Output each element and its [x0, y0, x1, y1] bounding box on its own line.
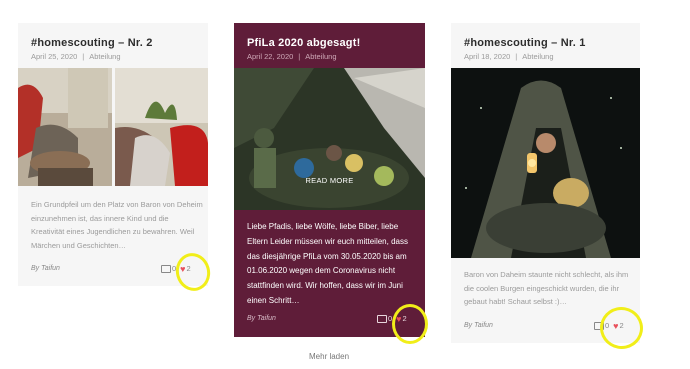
post-card-featured[interactable]: PfiLa 2020 abgesagt! April 22, 2020 | Abte…	[234, 23, 425, 337]
post-meta: April 18, 2020 | Abteilung	[464, 52, 554, 61]
by-label: By	[247, 315, 256, 322]
post-excerpt: Baron von Daheim staunte nicht schlecht,…	[464, 270, 629, 306]
post-card[interactable]: #homescouting – Nr. 1 April 18, 2020 | Abt…	[451, 23, 640, 343]
post-title[interactable]: #homescouting – Nr. 1	[464, 37, 586, 49]
post-image[interactable]	[451, 68, 640, 258]
post-category[interactable]: Abteilung	[89, 52, 120, 61]
post-meta: April 25, 2020 | Abteilung	[31, 52, 121, 61]
load-more-button[interactable]: Mehr laden	[309, 352, 349, 361]
post-excerpt: Liebe Pfadis, liebe Wölfe, liebe Biber, …	[247, 222, 408, 305]
post-image-left[interactable]	[18, 68, 112, 186]
post-date: April 25, 2020	[31, 52, 78, 61]
comment-icon	[377, 314, 387, 323]
author-link[interactable]: Taifun	[41, 265, 60, 272]
post-category[interactable]: Abteilung	[522, 52, 553, 61]
post-date: April 22, 2020	[247, 52, 294, 61]
post-byline: By Taifun	[464, 322, 493, 329]
post-byline: By Taifun	[247, 315, 276, 322]
post-date: April 18, 2020	[464, 52, 511, 61]
by-label: By	[464, 322, 473, 329]
read-more-overlay[interactable]: READ MORE	[234, 176, 425, 185]
comment-icon	[161, 264, 171, 273]
post-image-right[interactable]	[115, 68, 208, 186]
comments-count[interactable]: 0	[377, 314, 392, 323]
post-card[interactable]: #homescouting – Nr. 2 April 25, 2020 | Abt…	[18, 23, 208, 286]
post-byline: By Taifun	[31, 265, 60, 272]
author-link[interactable]: Taifun	[257, 315, 276, 322]
post-category[interactable]: Abteilung	[305, 52, 336, 61]
post-excerpt: Ein Grundpfeil um den Platz von Baron vo…	[31, 200, 203, 250]
author-link[interactable]: Taifun	[474, 322, 493, 329]
by-label: By	[31, 265, 40, 272]
post-title[interactable]: #homescouting – Nr. 2	[31, 37, 153, 49]
post-meta: April 22, 2020 | Abteilung	[247, 52, 337, 61]
post-image[interactable]: READ MORE f	[234, 68, 425, 210]
comments-count[interactable]: 0	[161, 264, 176, 273]
highlight-mark	[392, 304, 428, 344]
post-title[interactable]: PfiLa 2020 abgesagt!	[247, 37, 360, 49]
